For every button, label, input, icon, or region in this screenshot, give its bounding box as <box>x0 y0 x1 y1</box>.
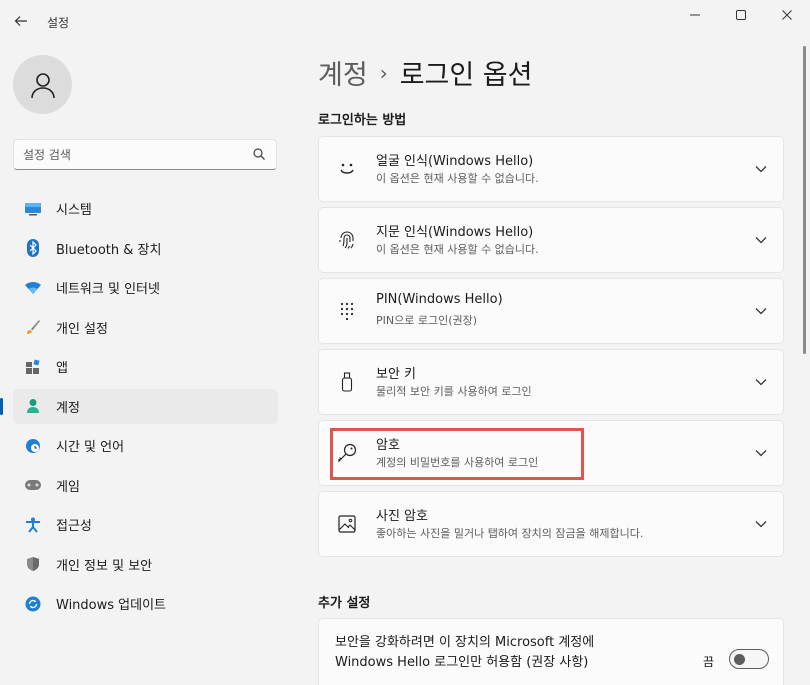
chevron-down-icon <box>755 234 767 246</box>
breadcrumb-parent[interactable]: 계정 <box>318 53 368 92</box>
signin-option-picture-password[interactable]: 사진 암호 좋아하는 사진을 밀거나 탭하여 장치의 잠금을 해제합니다. <box>318 491 784 557</box>
app-title: 설정 <box>47 16 70 30</box>
setting-description: 보안을 강화하려면 이 장치의 Microsoft 계정에 Windows He… <box>335 635 595 670</box>
back-button[interactable] <box>10 10 32 32</box>
toggle-state-label: 끔 <box>703 655 715 669</box>
option-title: 사진 암호 <box>376 509 428 524</box>
user-icon <box>30 72 55 98</box>
globe-clock-icon <box>24 437 42 455</box>
key-icon <box>337 443 357 463</box>
sidebar-item-time-language[interactable]: 시간 및 언어 <box>13 428 278 463</box>
sidebar-item-network[interactable]: 네트워크 및 인터넷 <box>13 270 278 305</box>
person-icon <box>24 397 42 415</box>
search-box[interactable] <box>13 139 277 170</box>
shield-icon <box>24 555 42 573</box>
maximize-icon <box>736 10 746 20</box>
chevron-down-icon <box>755 376 767 388</box>
sidebar-item-privacy-security[interactable]: 개인 정보 및 보안 <box>13 547 278 582</box>
sidebar-item-apps[interactable]: 앱 <box>13 349 278 384</box>
close-icon <box>782 10 792 20</box>
sidebar-item-windows-update[interactable]: Windows 업데이트 <box>13 586 278 621</box>
windows-hello-only-toggle[interactable] <box>729 649 769 669</box>
sidebar-item-accounts[interactable]: 계정 <box>0 388 278 424</box>
avatar[interactable] <box>13 55 72 114</box>
sidebar-item-label: 개인 설정 <box>56 321 108 337</box>
close-button[interactable] <box>764 4 810 26</box>
sidebar-item-label: 네트워크 및 인터넷 <box>56 282 160 297</box>
option-title: PIN(Windows Hello) <box>376 292 503 307</box>
breadcrumb: 계정 › 로그인 옵션 <box>318 53 532 92</box>
option-subtitle: 물리적 보안 키를 사용하여 로그인 <box>376 385 532 398</box>
search-icon[interactable] <box>252 147 266 161</box>
sidebar-item-bluetooth[interactable]: Bluetooth & 장치 <box>13 231 278 266</box>
option-title: 얼굴 인식(Windows Hello) <box>376 154 534 169</box>
face-icon <box>337 159 357 179</box>
brush-icon <box>24 318 42 336</box>
accessibility-icon <box>24 516 42 534</box>
sidebar-item-label: 앱 <box>56 361 68 376</box>
option-subtitle: PIN으로 로그인(권장) <box>376 314 478 327</box>
chevron-down-icon <box>755 447 767 459</box>
sidebar-nav: 시스템 Bluetooth & 장치 네트워크 및 인터넷 개인 설정 앱 계정 <box>0 191 278 626</box>
breadcrumb-separator: › <box>379 60 388 85</box>
sidebar-item-system[interactable]: 시스템 <box>13 191 278 226</box>
wifi-icon <box>24 279 42 297</box>
sidebar-item-label: 시간 및 언어 <box>56 440 125 455</box>
sidebar-item-accessibility[interactable]: 접근성 <box>13 507 278 542</box>
minimize-button[interactable] <box>672 4 718 26</box>
sidebar-item-gaming[interactable]: 게임 <box>13 468 278 503</box>
option-subtitle: 좋아하는 사진을 밀거나 탭하여 장치의 잠금을 해제합니다. <box>376 527 644 540</box>
chevron-down-icon <box>755 305 767 317</box>
signin-section-title: 로그인하는 방법 <box>318 113 407 128</box>
sidebar-item-label: Bluetooth & 장치 <box>56 242 162 258</box>
picture-icon <box>337 514 357 534</box>
search-input[interactable] <box>23 145 243 165</box>
signin-option-security-key[interactable]: 보안 키 물리적 보안 키를 사용하여 로그인 <box>318 349 784 415</box>
toggle-knob <box>734 654 745 665</box>
sidebar-item-label: 계정 <box>56 400 80 416</box>
sidebar-item-label: 개인 정보 및 보안 <box>56 558 153 574</box>
minimize-icon <box>690 14 700 16</box>
back-arrow-icon <box>14 16 27 26</box>
sidebar-item-personalization[interactable]: 개인 설정 <box>13 310 278 345</box>
fingerprint-icon <box>337 230 357 250</box>
extra-section-title: 추가 설정 <box>318 596 371 611</box>
option-title: 지문 인식(Windows Hello) <box>376 225 534 240</box>
scrollbar[interactable] <box>803 46 806 354</box>
apps-icon <box>24 358 42 376</box>
sidebar-item-label: 시스템 <box>56 203 92 218</box>
chevron-down-icon <box>755 518 767 530</box>
windows-hello-only-setting: 보안을 강화하려면 이 장치의 Microsoft 계정에 Windows He… <box>318 618 784 685</box>
signin-option-fingerprint[interactable]: 지문 인식(Windows Hello) 이 옵션은 현재 사용할 수 없습니다… <box>318 207 784 273</box>
option-title: 암호 <box>376 438 400 453</box>
signin-option-pin[interactable]: PIN(Windows Hello) PIN으로 로그인(권장) <box>318 278 784 344</box>
chevron-down-icon <box>755 163 767 175</box>
keypad-icon <box>337 301 357 321</box>
title-bar: 설정 <box>0 0 810 44</box>
usb-key-icon <box>337 372 357 392</box>
sidebar-item-label: Windows 업데이트 <box>56 598 167 613</box>
option-subtitle: 이 옵션은 현재 사용할 수 없습니다. <box>376 243 539 256</box>
option-subtitle: 계정의 비밀번호를 사용하여 로그인 <box>376 456 539 469</box>
signin-option-password[interactable]: 암호 계정의 비밀번호를 사용하여 로그인 <box>318 420 784 486</box>
gamepad-icon <box>24 476 42 494</box>
option-subtitle: 이 옵션은 현재 사용할 수 없습니다. <box>376 172 539 185</box>
update-icon <box>24 595 42 613</box>
sidebar-item-label: 접근성 <box>56 519 92 534</box>
monitor-icon <box>24 200 42 218</box>
sidebar-item-label: 게임 <box>56 479 80 495</box>
maximize-button[interactable] <box>718 4 764 26</box>
bluetooth-icon <box>24 239 42 257</box>
signin-option-face[interactable]: 얼굴 인식(Windows Hello) 이 옵션은 현재 사용할 수 없습니다… <box>318 136 784 202</box>
option-title: 보안 키 <box>376 367 417 382</box>
page-title: 로그인 옵션 <box>399 60 533 91</box>
